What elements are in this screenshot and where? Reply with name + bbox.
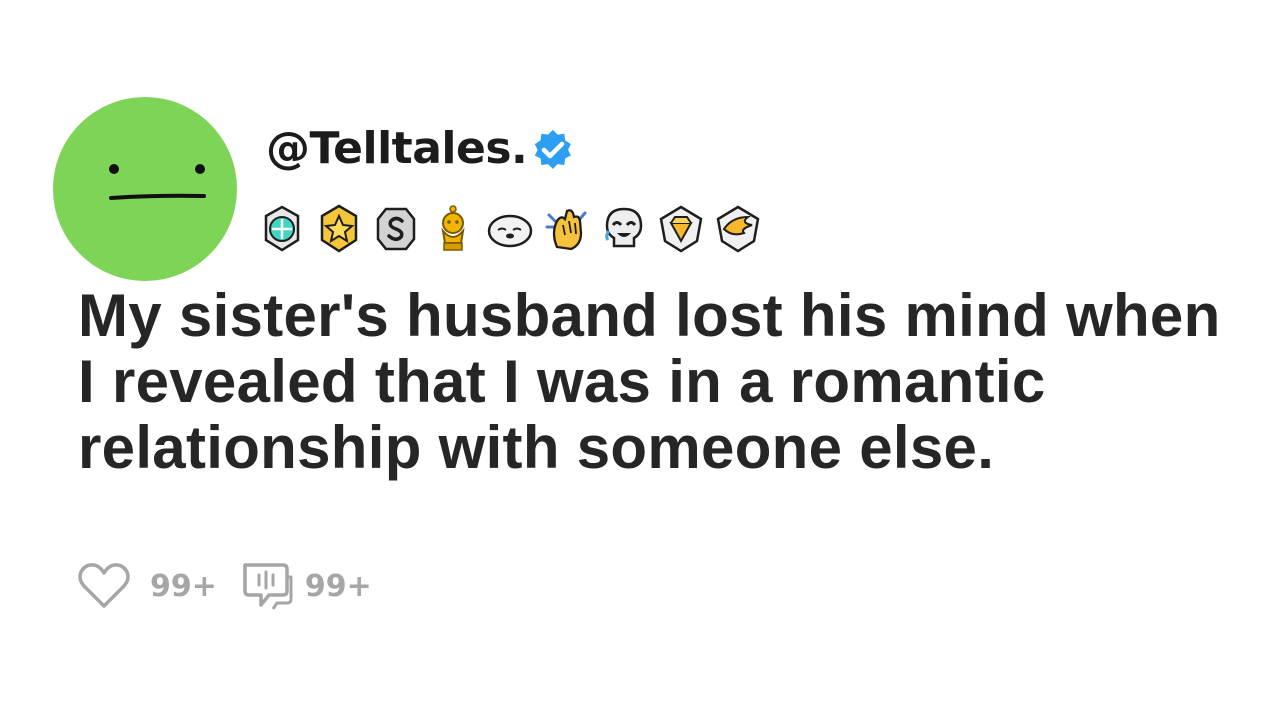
avatar[interactable] (53, 97, 237, 281)
post-title[interactable]: My sister's husband lost his mind when I… (78, 283, 1238, 481)
seal-award-icon (487, 214, 533, 248)
like-count: 99+ (150, 568, 217, 604)
awards-row (258, 203, 771, 255)
comment-icon[interactable] (239, 559, 293, 613)
snoo-trophy-icon (441, 205, 465, 251)
star-award-icon (320, 204, 358, 253)
silver-award-icon (376, 207, 416, 251)
username[interactable]: @Telltales. (266, 123, 528, 174)
gold-diamond-badge-icon (659, 205, 703, 253)
neutral-face-icon (109, 164, 206, 200)
verified-check-icon (535, 129, 572, 169)
laughing-skull-icon (605, 207, 643, 248)
clapping-hands-icon (545, 209, 587, 251)
heart-icon[interactable] (76, 561, 132, 611)
engagement-bar: 99+ 99+ (76, 558, 394, 614)
helpful-award-icon (264, 205, 300, 252)
winged-badge-icon (716, 205, 760, 253)
comment-count: 99+ (304, 568, 372, 604)
author-row: @Telltales. (266, 118, 575, 178)
